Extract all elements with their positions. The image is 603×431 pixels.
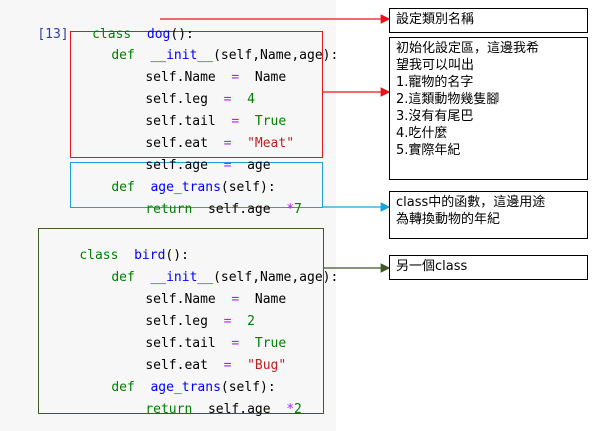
function-note-line: 為轉換動物的年紀 — [396, 212, 501, 227]
init-note-line: 望我可以叫出 — [396, 58, 475, 73]
function-note: class中的函數，這邊用途 為轉換動物的年紀 — [389, 191, 588, 239]
init-note: 初始化設定區，這邊我希 望我可以叫出 1.寵物的名字 2.這類動物幾隻腳 3.沒… — [389, 37, 588, 180]
class-name-note-text: 設定類別名稱 — [396, 12, 475, 27]
notebook-annotation-canvas: [13] class dog(): def __init__(self,Name… — [0, 0, 603, 431]
init-note-line: 初始化設定區，這邊我希 — [396, 41, 540, 56]
init-note-line: 5.實際年紀 — [396, 143, 461, 158]
init-note-line: 1.寵物的名字 — [396, 75, 474, 90]
function-note-line: class中的函數，這邊用途 — [396, 195, 546, 210]
init-note-line: 2.這類動物幾隻腳 — [396, 92, 500, 107]
another-class-note-text: 另一個class — [396, 259, 468, 274]
another-class-note: 另一個class — [389, 255, 588, 280]
init-note-line: 4.吃什麼 — [396, 126, 448, 141]
init-note-line: 3.沒有有尾巴 — [396, 109, 474, 124]
class-name-note: 設定類別名稱 — [389, 8, 588, 33]
